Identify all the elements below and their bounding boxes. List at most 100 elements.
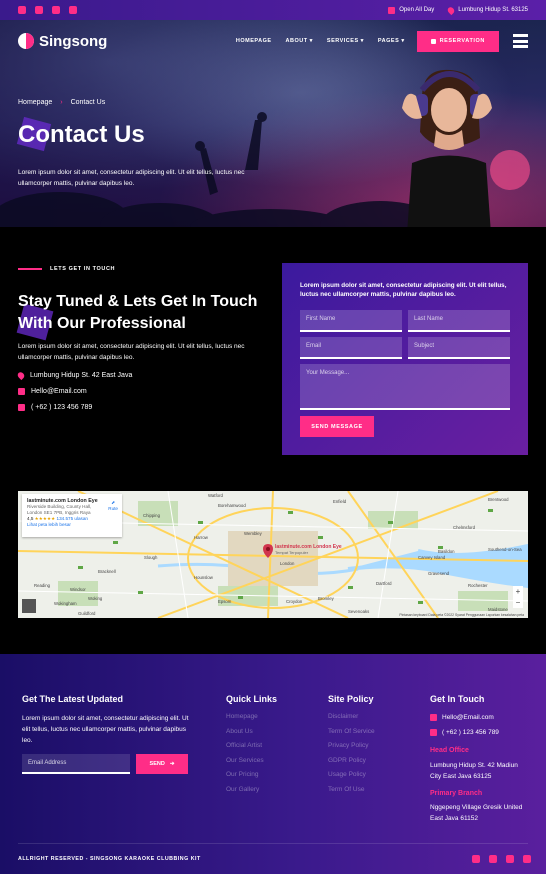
map-place-label: Borehamwood bbox=[218, 503, 246, 508]
map-pin-icon[interactable] bbox=[263, 544, 273, 558]
footer-link-terms-service[interactable]: Term Of Service bbox=[328, 728, 375, 735]
hero-banner: Singsong HOMEPAGE ABOUT ▾ SERVICES ▾ PAG… bbox=[0, 20, 546, 227]
newsletter-email-input[interactable]: Email Address bbox=[22, 754, 130, 774]
facebook-icon[interactable] bbox=[18, 6, 26, 14]
subject-field[interactable]: Subject bbox=[408, 337, 510, 359]
zoom-in-icon[interactable]: + bbox=[513, 586, 523, 597]
site-policy-title: Site Policy bbox=[328, 694, 374, 704]
footer-link-usage[interactable]: Usage Policy bbox=[328, 771, 375, 778]
footer-link-pricing[interactable]: Our Pricing bbox=[226, 771, 264, 778]
primary-branch-address: Nggepeng Village Gresik United East Java… bbox=[430, 804, 523, 822]
nav-item-about-label: ABOUT bbox=[285, 38, 308, 44]
footer-link-services[interactable]: Our Services bbox=[226, 757, 264, 764]
footer-link-artist[interactable]: Official Artist bbox=[226, 742, 264, 749]
larger-map-link[interactable]: Lihat peta lebih besar bbox=[27, 522, 117, 528]
map-zoom-control[interactable]: + − bbox=[513, 586, 523, 608]
email-field[interactable]: Email bbox=[300, 337, 402, 359]
contact-email-text: Hello@Email.com bbox=[31, 388, 87, 395]
youtube-icon[interactable] bbox=[506, 855, 514, 863]
breadcrumb-home[interactable]: Homepage bbox=[18, 99, 52, 106]
phone-icon bbox=[430, 729, 437, 736]
message-field[interactable]: Your Message... bbox=[300, 364, 510, 410]
contact-phone-text: ( +62 ) 123 456 789 bbox=[31, 404, 93, 411]
nav-item-pages[interactable]: PAGES ▾ bbox=[378, 38, 405, 44]
chevron-down-icon: ▾ bbox=[360, 38, 364, 44]
quick-links-list: Homepage About Us Official Artist Our Se… bbox=[226, 713, 264, 793]
map-place-label: Chelmsford bbox=[453, 525, 475, 530]
form-intro: Lorem ipsum dolor sit amet, consectetur … bbox=[300, 282, 507, 298]
twitter-icon[interactable] bbox=[35, 6, 43, 14]
map-place-label: Bromley bbox=[318, 596, 334, 601]
map-embed[interactable]: lastminute.com London Eye Tempat Terpopu… bbox=[18, 491, 528, 618]
address-info: Lumbung Hidup St. 63125 bbox=[446, 5, 528, 15]
contact-address: Lumbung Hidup St. 42 East Java bbox=[16, 370, 132, 381]
map-place-label: Southend-on-Sea bbox=[488, 547, 522, 552]
location-pin-icon bbox=[446, 5, 456, 15]
newsletter-send-button[interactable]: SEND ➔ bbox=[136, 754, 188, 774]
map-reviews[interactable]: 134.575 ulasan bbox=[57, 516, 88, 521]
map-place-label: Epsom bbox=[218, 599, 232, 604]
directions-button[interactable]: ⬈ Rute bbox=[108, 500, 118, 512]
head-office-title: Head Office bbox=[430, 747, 469, 754]
mail-icon bbox=[18, 388, 25, 395]
facebook-icon[interactable] bbox=[472, 855, 480, 863]
chevron-down-icon: ▾ bbox=[401, 38, 405, 44]
twitter-icon[interactable] bbox=[489, 855, 497, 863]
footer-link-gallery[interactable]: Our Gallery bbox=[226, 786, 264, 793]
footer-link-privacy[interactable]: Privacy Policy bbox=[328, 742, 375, 749]
footer-email[interactable]: Hello@Email.com bbox=[430, 712, 494, 723]
hamburger-menu-icon[interactable] bbox=[513, 34, 528, 48]
nav-item-pages-label: PAGES bbox=[377, 38, 400, 44]
footer-link-about[interactable]: About Us bbox=[226, 728, 264, 735]
map-place-label: Wembley bbox=[244, 531, 262, 536]
head-office-address: Lumbung Hidup St. 42 Madiun City East Ja… bbox=[430, 762, 518, 780]
send-message-button[interactable]: SEND MESSAGE bbox=[300, 416, 374, 437]
contact-phone[interactable]: ( +62 ) 123 456 789 bbox=[18, 404, 132, 411]
map-attribution: Pintasan keyboard Data peta ©2022 Syarat… bbox=[399, 613, 524, 617]
nav-item-homepage[interactable]: HOMEPAGE bbox=[236, 38, 272, 44]
logo-icon bbox=[18, 33, 34, 49]
map-place-label: Watford bbox=[208, 493, 223, 498]
top-socials bbox=[18, 6, 77, 14]
nav-item-services-label: SERVICES bbox=[326, 38, 359, 44]
map-pin-subtitle: Tempat Terpopuler bbox=[275, 550, 309, 555]
map-place-label: Woking bbox=[88, 596, 103, 601]
nav-menu: HOMEPAGE ABOUT ▾ SERVICES ▾ PAGES ▾ bbox=[236, 38, 405, 44]
zoom-out-icon[interactable]: − bbox=[513, 597, 523, 608]
map-place-label: Gravesend bbox=[428, 571, 450, 576]
map-place-label: Maidstone bbox=[488, 607, 508, 612]
footer-divider bbox=[18, 843, 528, 844]
reservation-button[interactable]: RESERVATION bbox=[416, 30, 499, 52]
footer-email-text: Hello@Email.com bbox=[442, 714, 494, 721]
contact-text: Lorem ipsum dolor sit amet, consectetur … bbox=[18, 343, 245, 361]
nav-item-about[interactable]: ABOUT ▾ bbox=[286, 38, 313, 44]
map-rating: 4,5 bbox=[27, 516, 34, 521]
last-name-field[interactable]: Last Name bbox=[408, 310, 510, 332]
hours-text: Open All Day bbox=[399, 7, 435, 13]
map-place-label: Croydon bbox=[286, 599, 303, 604]
chevron-right-icon: › bbox=[60, 99, 63, 106]
get-in-touch-title: Get In Touch bbox=[430, 694, 485, 704]
map-place-label: Harrow bbox=[194, 535, 208, 540]
footer-link-homepage[interactable]: Homepage bbox=[226, 713, 264, 720]
chevron-down-icon: ▾ bbox=[309, 38, 313, 44]
logo[interactable]: Singsong bbox=[18, 33, 107, 50]
footer: Get The Latest Updated Lorem ipsum dolor… bbox=[0, 654, 546, 874]
contact-email[interactable]: Hello@Email.com bbox=[18, 388, 132, 395]
footer-link-terms-use[interactable]: Term Of Use bbox=[328, 786, 375, 793]
map-place-label: Canvey Island bbox=[418, 555, 446, 560]
linkedin-icon[interactable] bbox=[523, 855, 531, 863]
page-title: Contact Us bbox=[18, 121, 145, 148]
footer-link-disclaimer[interactable]: Disclaimer bbox=[328, 713, 375, 720]
map-place-address: Riverside Building, County Hall, London … bbox=[27, 504, 92, 515]
map-place-label: Windsor bbox=[70, 587, 86, 592]
footer-phone[interactable]: ( +62 ) 123 456 789 bbox=[430, 727, 499, 738]
map-place-label: Slough bbox=[144, 555, 158, 560]
first-name-field[interactable]: First Name bbox=[300, 310, 402, 332]
location-pin-icon bbox=[16, 370, 26, 381]
linkedin-icon[interactable] bbox=[69, 6, 77, 14]
logo-text: Singsong bbox=[39, 32, 108, 50]
youtube-icon[interactable] bbox=[52, 6, 60, 14]
nav-item-services[interactable]: SERVICES ▾ bbox=[327, 38, 364, 44]
footer-link-gdpr[interactable]: GDPR Policy bbox=[328, 757, 375, 764]
